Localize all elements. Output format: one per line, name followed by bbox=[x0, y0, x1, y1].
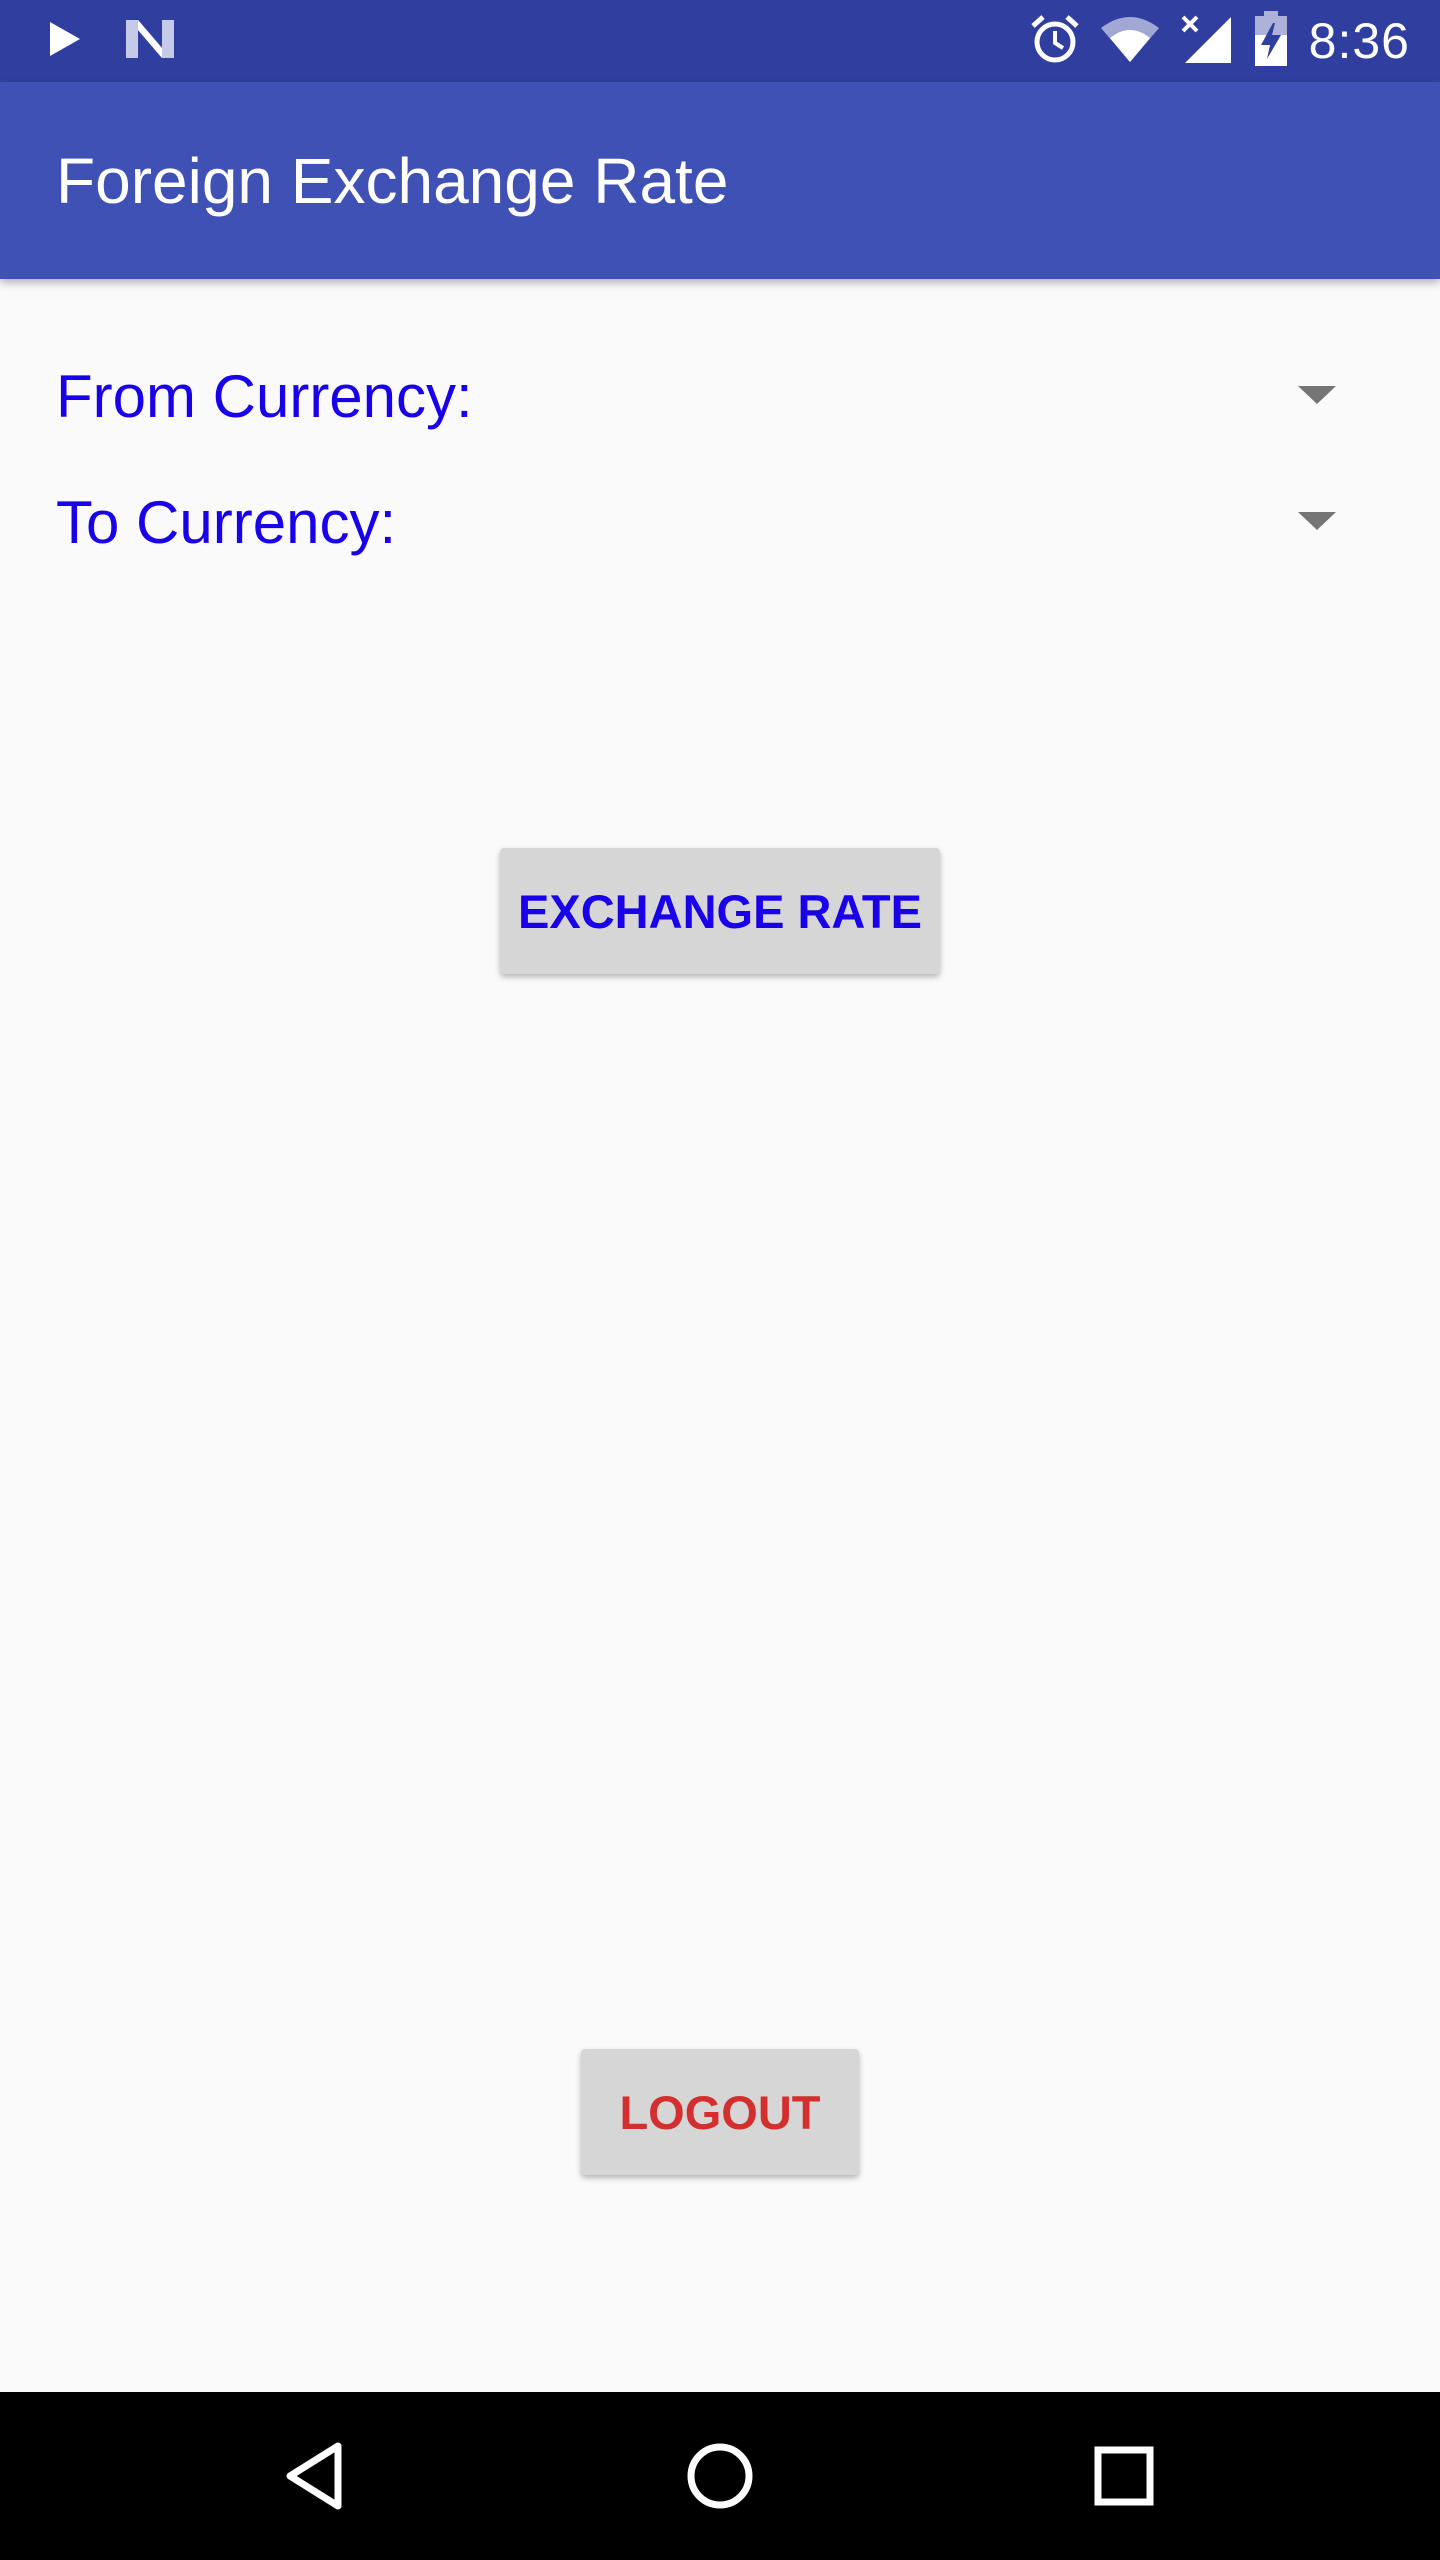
battery-charging-icon bbox=[1253, 10, 1289, 72]
navigation-bar bbox=[0, 2392, 1440, 2560]
back-icon[interactable] bbox=[276, 2436, 356, 2516]
chevron-down-icon[interactable] bbox=[1298, 512, 1336, 530]
from-currency-label: From Currency: bbox=[56, 363, 473, 430]
to-currency-label: To Currency: bbox=[56, 489, 397, 556]
page-title: Foreign Exchange Rate bbox=[56, 145, 729, 217]
wifi-icon bbox=[1100, 16, 1159, 67]
from-currency-spinner[interactable]: From Currency: bbox=[56, 344, 1336, 444]
logout-button[interactable]: LOGOUT bbox=[581, 2049, 859, 2175]
chevron-down-icon[interactable] bbox=[1298, 386, 1336, 404]
status-right-icons: 8:36 bbox=[1029, 10, 1410, 70]
status-left-icons bbox=[48, 18, 176, 64]
alarm-icon bbox=[1029, 13, 1081, 70]
to-currency-spinner[interactable]: To Currency: bbox=[56, 470, 1336, 570]
app-bar: Foreign Exchange Rate bbox=[0, 82, 1440, 279]
status-bar: 8:36 bbox=[0, 0, 1440, 82]
signal-icon bbox=[1179, 13, 1233, 70]
n-notification-icon bbox=[124, 18, 176, 65]
exchange-rate-button[interactable]: EXCHANGE RATE bbox=[500, 848, 940, 974]
play-icon bbox=[48, 20, 82, 63]
home-icon[interactable] bbox=[680, 2436, 760, 2516]
recents-icon[interactable] bbox=[1084, 2436, 1164, 2516]
status-time: 8:36 bbox=[1308, 13, 1410, 69]
